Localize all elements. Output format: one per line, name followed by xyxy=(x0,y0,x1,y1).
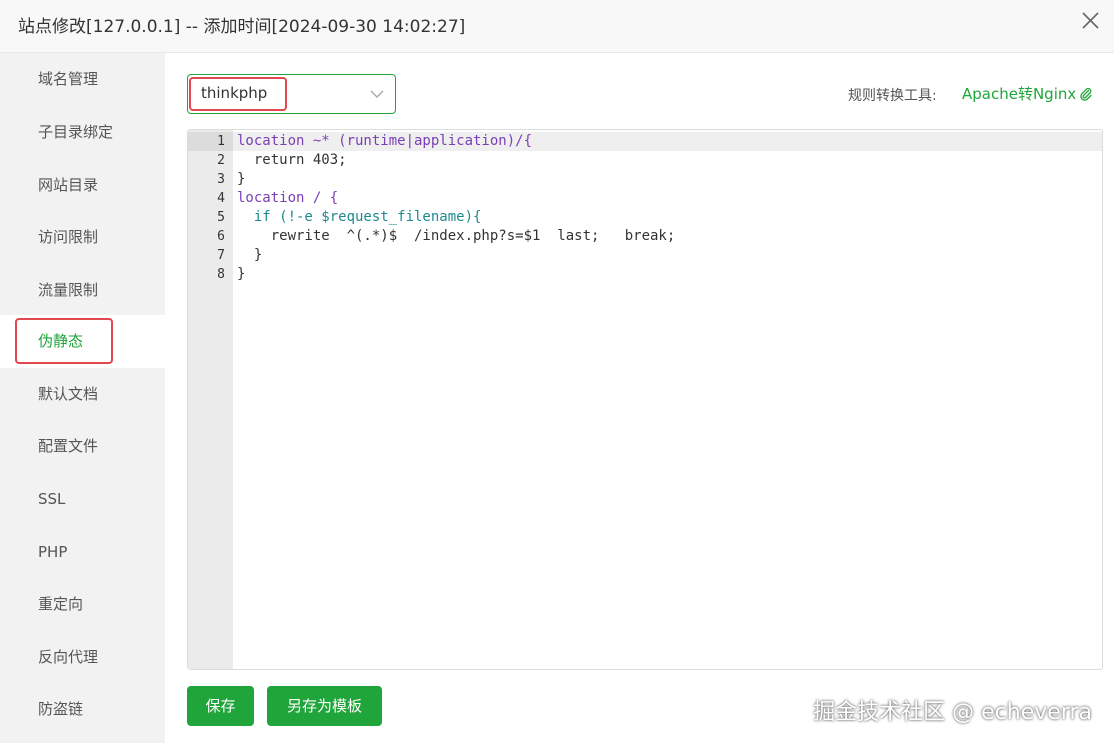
code-line: } xyxy=(237,247,263,263)
sidebar-item-reverse-proxy[interactable]: 反向代理 xyxy=(0,631,165,684)
tool-link-text: Apache转Nginx xyxy=(962,85,1077,103)
close-button[interactable] xyxy=(1076,8,1104,36)
watermark: 掘金技术社区 @ echeverra xyxy=(813,700,1092,725)
code-editor[interactable]: 1 2 3 4 5 6 7 8 location ~* (runtime|app… xyxy=(187,129,1103,670)
sidebar-item-default-doc[interactable]: 默认文档 xyxy=(0,368,165,421)
line-number: 3 xyxy=(217,172,225,187)
line-number: 1 xyxy=(217,134,225,149)
paperclip-icon xyxy=(1080,87,1092,101)
code-line: return 403; xyxy=(237,152,347,168)
template-select-value: thinkphp xyxy=(201,84,268,102)
sidebar-item-subdir[interactable]: 子目录绑定 xyxy=(0,106,165,159)
sidebar-item-ssl[interactable]: SSL xyxy=(0,473,165,526)
line-number: 8 xyxy=(217,267,225,282)
sidebar-item-hotlink[interactable]: 防盗链 xyxy=(0,683,165,736)
apache-to-nginx-link[interactable]: Apache转Nginx xyxy=(962,83,1093,104)
sidebar-item-config-file[interactable]: 配置文件 xyxy=(0,420,165,473)
sidebar-item-rewrite[interactable]: 伪静态 xyxy=(0,315,165,368)
template-select[interactable]: thinkphp xyxy=(187,74,396,114)
sidebar-item-site-dir[interactable]: 网站目录 xyxy=(0,159,165,212)
save-button[interactable]: 保存 xyxy=(187,686,254,726)
line-number: 7 xyxy=(217,248,225,263)
sidebar-item-traffic-limit[interactable]: 流量限制 xyxy=(0,264,165,317)
code-line: location ~* (runtime|application)/{ xyxy=(237,133,533,149)
line-number: 4 xyxy=(217,191,225,206)
close-icon xyxy=(1082,12,1099,29)
code-line: } xyxy=(237,266,246,282)
save-as-template-button[interactable]: 另存为模板 xyxy=(267,686,382,726)
line-number: 2 xyxy=(217,153,225,168)
chevron-down-icon xyxy=(370,90,384,98)
dialog-titlebar: 站点修改[127.0.0.1] -- 添加时间[2024-09-30 14:02… xyxy=(0,0,1114,53)
line-number: 6 xyxy=(217,229,225,244)
sidebar-item-domain[interactable]: 域名管理 xyxy=(0,53,165,106)
dialog-title: 站点修改[127.0.0.1] -- 添加时间[2024-09-30 14:02… xyxy=(18,17,466,37)
code-line: rewrite ^(.*)$ /index.php?s=$1 last; bre… xyxy=(237,228,676,244)
code-line: if (!-e $request_filename){ xyxy=(237,209,482,225)
sidebar-item-access-limit[interactable]: 访问限制 xyxy=(0,211,165,264)
code-line: } xyxy=(237,171,246,187)
sidebar-item-php[interactable]: PHP xyxy=(0,526,165,579)
code-line: location / { xyxy=(237,190,339,206)
sidebar-item-redirect[interactable]: 重定向 xyxy=(0,578,165,631)
tool-label: 规则转换工具: xyxy=(848,88,937,104)
sidebar: 域名管理 子目录绑定 网站目录 访问限制 流量限制 伪静态 默认文档 配置文件 … xyxy=(0,53,165,743)
line-number: 5 xyxy=(217,210,225,225)
